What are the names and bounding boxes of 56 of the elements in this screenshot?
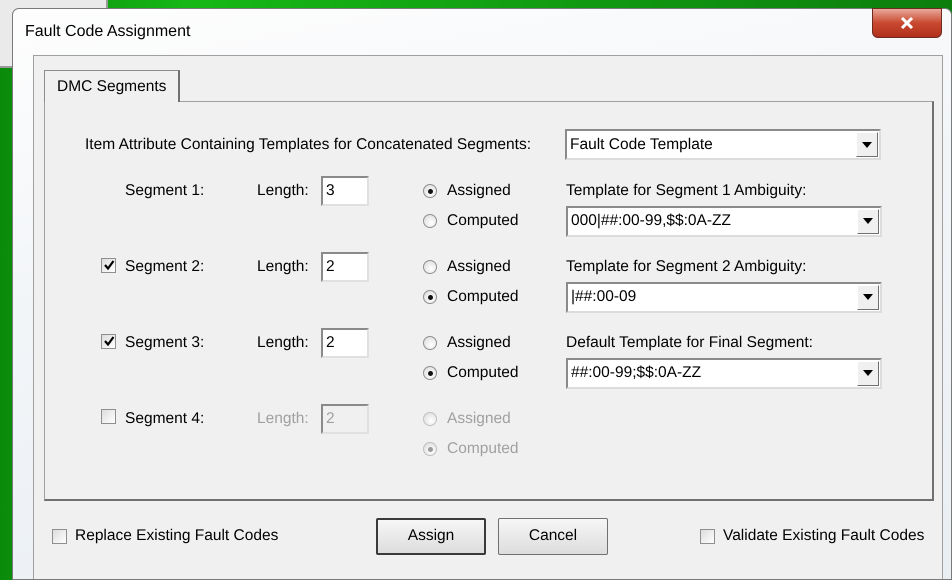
radio-button[interactable]	[423, 366, 437, 380]
caret-icon	[862, 142, 872, 148]
radio-label: Assigned	[447, 182, 511, 200]
dropdown[interactable]: Fault Code Template	[565, 129, 881, 160]
checkbox-label: Validate Existing Fault Codes	[723, 527, 924, 545]
caret-icon	[863, 370, 873, 376]
radio-button[interactable]	[423, 290, 437, 304]
radio-button[interactable]	[423, 336, 437, 350]
radio-button[interactable]	[423, 214, 437, 228]
length-field[interactable]: 2	[321, 328, 369, 358]
checkbox-label: Replace Existing Fault Codes	[75, 527, 278, 545]
window-title: Fault Code Assignment	[25, 23, 190, 41]
caret-icon	[863, 218, 873, 224]
segment-label: Segment 1:	[125, 182, 206, 200]
dropdown-arrow-button[interactable]	[857, 360, 879, 386]
radio-label: Computed	[447, 288, 519, 306]
length-field[interactable]: 3	[321, 176, 369, 206]
length-label: Length:	[257, 258, 310, 276]
radio-label: Assigned	[447, 410, 511, 428]
radio-label: Computed	[447, 364, 519, 382]
dropdown[interactable]: |##:00-09	[566, 282, 882, 312]
length-field[interactable]: 2	[321, 252, 369, 282]
radio-label: Computed	[447, 212, 519, 230]
close-button[interactable]	[872, 8, 942, 38]
dialog-button[interactable]: Cancel	[498, 518, 608, 554]
dropdown-arrow-button[interactable]	[857, 208, 879, 234]
dropdown-arrow-button[interactable]	[856, 132, 878, 157]
close-icon	[900, 17, 914, 29]
field-label: Template for Segment 1 Ambiguity:	[566, 182, 808, 200]
checkbox[interactable]	[101, 258, 116, 273]
length-label: Length:	[257, 182, 310, 200]
caret-icon	[863, 294, 873, 300]
checkbox[interactable]	[700, 528, 715, 544]
radio-label: Computed	[447, 440, 519, 458]
radio-button[interactable]	[423, 260, 437, 274]
segment-label: Segment 3:	[125, 334, 206, 352]
segment-label: Segment 4:	[125, 410, 206, 428]
radio-label: Assigned	[447, 334, 511, 352]
segment-label: Segment 2:	[125, 258, 206, 276]
checkbox[interactable]	[101, 409, 116, 424]
checkbox[interactable]	[52, 528, 67, 544]
dropdown[interactable]: 000|##:00-99,$$:0A-ZZ	[566, 206, 882, 236]
dialog-button[interactable]: Assign	[376, 518, 486, 554]
checkbox[interactable]	[101, 334, 116, 349]
field-label: Template for Segment 2 Ambiguity:	[566, 258, 808, 276]
radio-button[interactable]	[423, 184, 437, 198]
field-label: Default Template for Final Segment:	[566, 334, 814, 352]
dropdown[interactable]: ##:00-99;$$:0A-ZZ	[566, 358, 882, 388]
field-label: Item Attribute Containing Templates for Concatenated Segments:	[85, 136, 532, 154]
radio-label: Assigned	[447, 258, 511, 276]
tab[interactable]: DMC Segments	[44, 70, 180, 102]
radio-button[interactable]	[423, 442, 437, 456]
radio-button[interactable]	[423, 412, 437, 426]
dropdown-arrow-button[interactable]	[857, 284, 879, 310]
length-label: Length:	[257, 334, 310, 352]
length-label: Length:	[257, 410, 310, 428]
